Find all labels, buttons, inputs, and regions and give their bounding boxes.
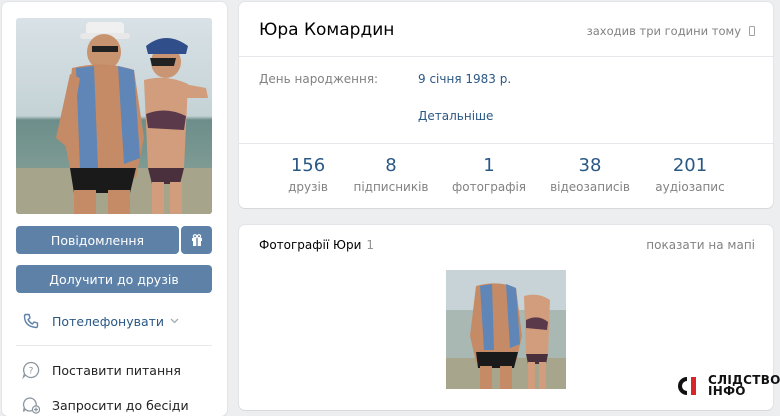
question-icon: ?	[20, 359, 42, 381]
ask-question-label: Поставити питання	[52, 362, 181, 378]
counter-label: фотографія	[451, 180, 527, 194]
counter-friends[interactable]: 156 друзів	[263, 155, 353, 194]
birthday-label: День народження:	[259, 72, 379, 86]
call-action-label: Потелефонувати	[52, 313, 165, 329]
svg-text:?: ?	[29, 367, 34, 377]
counter-label: відеозаписів	[550, 180, 630, 194]
counter-followers[interactable]: 8 підписників	[346, 155, 436, 194]
counter-number: 156	[290, 155, 326, 176]
photos-count: 1	[366, 238, 375, 252]
counter-videos[interactable]: 38 відеозаписів	[545, 155, 635, 194]
gift-button[interactable]	[181, 226, 212, 254]
add-friend-button[interactable]: Долучити до друзів	[16, 265, 212, 293]
photos-title: Фотографії Юри	[259, 238, 362, 252]
details-link[interactable]: Детальніше	[418, 109, 493, 123]
show-on-map-link[interactable]: показати на мапі	[646, 238, 755, 252]
chevron-down-icon	[170, 318, 179, 324]
sidebar-divider	[16, 345, 212, 346]
last-seen-status: заходив три години тому	[587, 24, 755, 38]
counter-audio[interactable]: 201 аудіозапис	[645, 155, 735, 194]
profile-name: Юра Комардин	[259, 20, 395, 40]
invite-chat-action[interactable]: Запросити до бесіди	[16, 391, 212, 416]
add-chat-icon	[20, 394, 42, 416]
counter-label: друзів	[288, 180, 328, 194]
logo-text: СЛІДСТВО ІНФО	[708, 374, 780, 398]
call-action[interactable]: Потелефонувати	[16, 307, 212, 335]
message-button-label: Повідомлення	[50, 232, 145, 248]
counter-photos[interactable]: 1 фотографія	[444, 155, 534, 194]
ask-question-action[interactable]: ? Поставити питання	[16, 356, 212, 384]
photos-header[interactable]: Фотографії Юри 1	[259, 238, 374, 252]
counter-label: аудіозапис	[655, 180, 725, 194]
counters-divider	[239, 143, 773, 144]
counter-number: 8	[385, 155, 397, 176]
profile-divider	[239, 56, 773, 57]
photo-thumbnail[interactable]	[446, 270, 566, 389]
add-friend-button-label: Долучити до друзів	[49, 271, 179, 287]
slidstvo-info-logo: СЛІДСТВО ІНФО	[674, 374, 780, 398]
profile-sidebar: Повідомлення Долучити до друзів Потелефо…	[2, 2, 227, 416]
profile-avatar[interactable]	[16, 18, 212, 214]
message-button[interactable]: Повідомлення	[16, 226, 179, 254]
counter-number: 201	[672, 155, 708, 176]
last-seen-text: заходив три години тому	[586, 24, 741, 38]
logo-mark-icon	[677, 377, 696, 395]
birthday-value[interactable]: 9 січня 1983 р.	[418, 72, 511, 86]
logo-line-2: ІНФО	[708, 384, 746, 398]
counter-label: підписників	[353, 180, 429, 194]
counter-number: 38	[578, 155, 602, 176]
mobile-icon	[749, 26, 755, 36]
phone-icon	[20, 310, 42, 332]
profile-info-card: Юра Комардин заходив три години тому Ден…	[239, 2, 773, 208]
gift-icon	[191, 234, 202, 246]
counter-number: 1	[483, 155, 495, 176]
invite-chat-label: Запросити до бесіди	[52, 397, 189, 413]
